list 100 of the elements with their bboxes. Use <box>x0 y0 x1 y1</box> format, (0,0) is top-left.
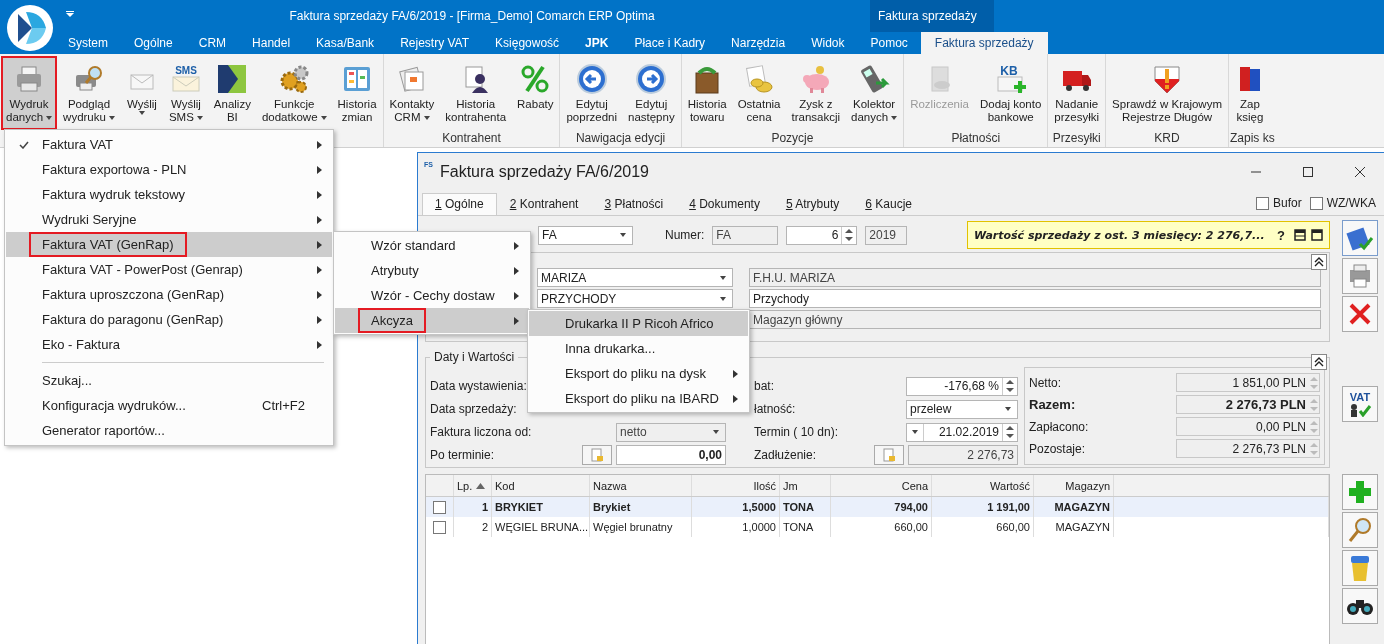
ribbon-tab[interactable]: Ogólne <box>121 32 186 54</box>
ribbon-tab[interactable]: Handel <box>239 32 304 54</box>
search-button[interactable] <box>1342 512 1378 548</box>
column-header[interactable]: Nazwa <box>590 475 692 496</box>
checkbox[interactable] <box>1309 196 1323 210</box>
column-header[interactable]: Ilość <box>692 475 780 496</box>
submenu-arrow-icon <box>317 165 322 174</box>
column-header[interactable]: Lp. <box>454 475 492 496</box>
collapse-icon[interactable] <box>1311 354 1327 370</box>
document-type-dropdown[interactable]: FA <box>538 225 633 245</box>
menu-item[interactable]: Eksport do pliku na IBARD <box>529 386 748 411</box>
menu-item[interactable]: Faktura do paragonu (GenRap) <box>6 307 332 332</box>
checkmark-icon <box>19 140 29 149</box>
app-logo-icon[interactable] <box>6 4 54 52</box>
menu-item[interactable]: Konfiguracja wydruków... Ctrl+F2 <box>6 393 332 418</box>
collapse-icon[interactable] <box>1311 254 1327 270</box>
form-tab[interactable]: 2 Kontrahent <box>496 193 592 215</box>
number-field[interactable]: 6 <box>786 225 858 245</box>
ribbon-tab[interactable]: Pomoc <box>857 32 921 54</box>
menu-item[interactable]: Faktura uproszczona (GenRap) <box>6 282 332 307</box>
menu-item[interactable]: Wzór standard <box>335 233 529 258</box>
menu-item[interactable]: Faktura VAT - PowerPost (Genrap) <box>6 257 332 282</box>
code-dropdown[interactable]: MARIZA <box>537 268 733 287</box>
ribbon-button[interactable]: Zysk z transakcji <box>786 56 846 130</box>
ribbon-tab[interactable]: System <box>55 32 121 54</box>
menu-item[interactable]: Eksport do pliku na dysk <box>529 361 748 386</box>
menu-item[interactable]: Eko - Faktura <box>6 332 332 357</box>
ribbon-tab[interactable]: Kasa/Bank <box>303 32 388 54</box>
menu-item[interactable]: Wydruki Seryjne <box>6 207 332 232</box>
ribbon-button[interactable]: SMS Wyślij SMS <box>163 56 208 130</box>
menu-item[interactable]: Szukaj... <box>6 368 332 393</box>
maximize-icon[interactable] <box>1302 166 1314 178</box>
add-button[interactable] <box>1342 474 1378 510</box>
binoculars-button[interactable] <box>1342 588 1378 624</box>
checkbox[interactable] <box>1256 196 1269 210</box>
form-tab[interactable]: 1 Ogólne <box>422 193 497 215</box>
ribbon-tab[interactable]: Rejestry VAT <box>387 32 483 54</box>
ribbon-button[interactable]: Wyślij <box>120 56 163 130</box>
ribbon-button[interactable]: Rabaty <box>512 56 559 130</box>
submenu-arrow-icon <box>733 394 738 403</box>
form-tab[interactable]: 5 Atrybuty <box>772 193 853 215</box>
window-title: Faktura sprzedaży FA/6/2019 - [Firma_Demo] Comarch ERP Optima <box>288 9 656 23</box>
menu-item[interactable]: Faktura wydruk tekstowy <box>6 182 332 207</box>
menu-item[interactable]: Faktura VAT (GenRap) <box>6 232 332 257</box>
ribbon-button[interactable]: Edytuj poprzedni <box>561 56 622 130</box>
ribbon-button[interactable]: Historia towaru <box>682 56 732 130</box>
menu-item[interactable]: Akcyza <box>335 308 529 333</box>
dropdown[interactable]: przelew <box>906 399 1018 419</box>
column-header[interactable]: Magazyn <box>1034 475 1114 496</box>
trash-button[interactable] <box>1342 550 1378 586</box>
ribbon-button[interactable]: Kontakty CRM <box>384 56 440 130</box>
ribbon-tab[interactable]: Księgowość <box>482 32 573 54</box>
column-header[interactable]: Cena <box>831 475 932 496</box>
calculator-button[interactable] <box>582 445 612 465</box>
print-button[interactable] <box>1342 258 1378 294</box>
code-dropdown[interactable]: PRZYCHODY <box>537 289 733 308</box>
menu-item[interactable]: Wzór - Cechy dostaw <box>335 283 529 308</box>
form-tab[interactable]: 6 Kaucje <box>852 193 925 215</box>
date-field[interactable]: 21.02.2019 <box>906 422 1018 442</box>
maximize-icon[interactable] <box>1311 229 1323 241</box>
ribbon-button[interactable]: Zap księg <box>1230 56 1268 130</box>
ribbon-button[interactable]: Historia zmian <box>332 56 382 130</box>
menu-item[interactable]: Generator raportów... <box>6 418 332 443</box>
year-field: 2019 <box>865 225 908 245</box>
calculator-button[interactable] <box>874 445 904 465</box>
name-field: Przychody <box>749 289 1321 308</box>
ribbon-button[interactable]: Wydruk danych <box>1 56 58 130</box>
ribbon-tab[interactable]: JPK <box>572 32 622 54</box>
ribbon-tab[interactable]: CRM <box>185 32 240 54</box>
help-button[interactable]: ? <box>1277 227 1285 243</box>
menu-item[interactable]: Atrybuty <box>335 258 529 283</box>
ribbon-tab[interactable]: Faktura sprzedaży <box>920 32 1048 54</box>
column-header[interactable]: Kod <box>492 475 590 496</box>
ribbon-button[interactable]: Ostatnia cena <box>732 56 786 130</box>
form-tab[interactable]: 3 Płatności <box>591 193 677 215</box>
menu-item[interactable]: Inna drukarka... <box>529 336 748 361</box>
column-header[interactable]: Jm <box>780 475 831 496</box>
row-checkbox[interactable] <box>433 500 446 514</box>
ribbon-button[interactable]: Historia kontrahenta <box>440 56 512 130</box>
save-button[interactable] <box>1342 220 1378 256</box>
ribbon-tab[interactable]: Widok <box>798 32 858 54</box>
ribbon-tab[interactable]: Płace i Kadry <box>621 32 719 54</box>
ribbon-button[interactable]: Kolektor danych <box>846 56 903 130</box>
menu-item[interactable]: Faktura VAT <box>6 132 332 157</box>
row-checkbox[interactable] <box>433 520 446 534</box>
number-field[interactable]: -176,68 % <box>906 376 1018 396</box>
ribbon-tab[interactable]: Narzędzia <box>718 32 799 54</box>
ribbon-button[interactable]: Nadanie przesyłki <box>1049 56 1105 130</box>
ribbon-button[interactable]: KB Dodaj konto bankowe <box>974 56 1047 130</box>
delete-button[interactable] <box>1342 296 1378 332</box>
ribbon-button[interactable]: Analizy BI <box>208 56 256 130</box>
vat-button[interactable]: VAT <box>1342 386 1378 422</box>
ribbon-button[interactable]: Edytuj następny <box>623 56 680 130</box>
restore-icon[interactable] <box>1294 229 1306 241</box>
menu-item[interactable]: Faktura exportowa - PLN <box>6 157 332 182</box>
menu-item[interactable]: Drukarka II P Ricoh Africo <box>529 311 748 336</box>
ribbon-button[interactable]: Sprawdź w Krajowym Rejestrze Długów <box>1107 56 1227 130</box>
close-icon[interactable] <box>1354 166 1366 178</box>
column-header[interactable]: Wartość <box>932 475 1034 496</box>
form-tab[interactable]: 4 Dokumenty <box>676 193 773 215</box>
